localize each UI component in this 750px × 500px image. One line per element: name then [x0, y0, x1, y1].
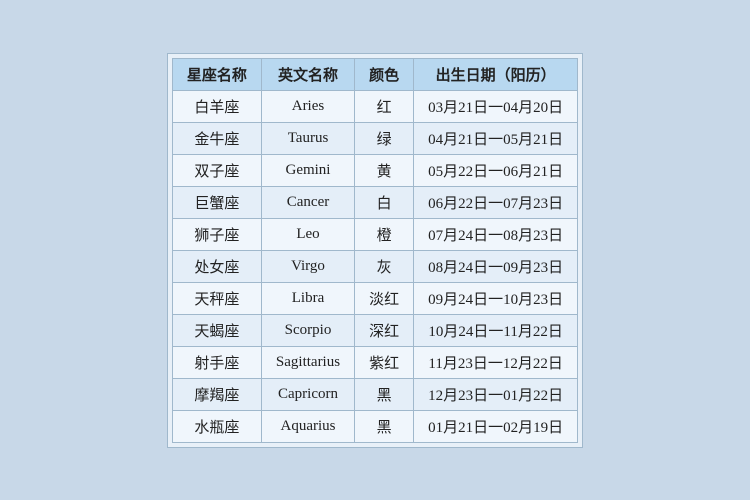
cell-r10-c0: 水瓶座: [172, 410, 261, 442]
table-row: 白羊座Aries红03月21日一04月20日: [172, 90, 577, 122]
cell-r10-c2: 黑: [355, 410, 414, 442]
cell-r10-c1: Aquarius: [261, 410, 354, 442]
cell-r0-c2: 红: [355, 90, 414, 122]
table-row: 水瓶座Aquarius黑01月21日一02月19日: [172, 410, 577, 442]
cell-r8-c2: 紫红: [355, 346, 414, 378]
cell-r0-c1: Aries: [261, 90, 354, 122]
table-row: 狮子座Leo橙07月24日一08月23日: [172, 218, 577, 250]
column-header: 英文名称: [261, 58, 354, 90]
cell-r3-c1: Cancer: [261, 186, 354, 218]
cell-r9-c2: 黑: [355, 378, 414, 410]
column-header: 星座名称: [172, 58, 261, 90]
table-body: 白羊座Aries红03月21日一04月20日金牛座Taurus绿04月21日一0…: [172, 90, 577, 442]
table-row: 处女座Virgo灰08月24日一09月23日: [172, 250, 577, 282]
cell-r4-c2: 橙: [355, 218, 414, 250]
cell-r6-c3: 09月24日一10月23日: [414, 282, 578, 314]
cell-r10-c3: 01月21日一02月19日: [414, 410, 578, 442]
cell-r7-c0: 天蝎座: [172, 314, 261, 346]
cell-r0-c0: 白羊座: [172, 90, 261, 122]
table-row: 射手座Sagittarius紫红11月23日一12月22日: [172, 346, 577, 378]
cell-r5-c1: Virgo: [261, 250, 354, 282]
column-header: 出生日期（阳历）: [414, 58, 578, 90]
table-header-row: 星座名称英文名称颜色出生日期（阳历）: [172, 58, 577, 90]
cell-r3-c3: 06月22日一07月23日: [414, 186, 578, 218]
cell-r1-c0: 金牛座: [172, 122, 261, 154]
cell-r3-c2: 白: [355, 186, 414, 218]
cell-r1-c1: Taurus: [261, 122, 354, 154]
cell-r5-c2: 灰: [355, 250, 414, 282]
cell-r6-c2: 淡红: [355, 282, 414, 314]
cell-r6-c1: Libra: [261, 282, 354, 314]
table-row: 金牛座Taurus绿04月21日一05月21日: [172, 122, 577, 154]
cell-r2-c2: 黄: [355, 154, 414, 186]
table-row: 双子座Gemini黄05月22日一06月21日: [172, 154, 577, 186]
cell-r7-c2: 深红: [355, 314, 414, 346]
cell-r2-c1: Gemini: [261, 154, 354, 186]
cell-r5-c0: 处女座: [172, 250, 261, 282]
cell-r1-c2: 绿: [355, 122, 414, 154]
cell-r8-c1: Sagittarius: [261, 346, 354, 378]
cell-r3-c0: 巨蟹座: [172, 186, 261, 218]
table-row: 天秤座Libra淡红09月24日一10月23日: [172, 282, 577, 314]
cell-r2-c0: 双子座: [172, 154, 261, 186]
cell-r8-c0: 射手座: [172, 346, 261, 378]
cell-r0-c3: 03月21日一04月20日: [414, 90, 578, 122]
cell-r1-c3: 04月21日一05月21日: [414, 122, 578, 154]
cell-r4-c1: Leo: [261, 218, 354, 250]
cell-r2-c3: 05月22日一06月21日: [414, 154, 578, 186]
table-row: 摩羯座Capricorn黑12月23日一01月22日: [172, 378, 577, 410]
cell-r9-c1: Capricorn: [261, 378, 354, 410]
table-row: 天蝎座Scorpio深红10月24日一11月22日: [172, 314, 577, 346]
cell-r4-c3: 07月24日一08月23日: [414, 218, 578, 250]
cell-r9-c0: 摩羯座: [172, 378, 261, 410]
cell-r4-c0: 狮子座: [172, 218, 261, 250]
cell-r9-c3: 12月23日一01月22日: [414, 378, 578, 410]
zodiac-table-wrapper: 星座名称英文名称颜色出生日期（阳历） 白羊座Aries红03月21日一04月20…: [167, 53, 583, 448]
column-header: 颜色: [355, 58, 414, 90]
cell-r5-c3: 08月24日一09月23日: [414, 250, 578, 282]
table-row: 巨蟹座Cancer白06月22日一07月23日: [172, 186, 577, 218]
zodiac-table: 星座名称英文名称颜色出生日期（阳历） 白羊座Aries红03月21日一04月20…: [172, 58, 578, 443]
cell-r7-c1: Scorpio: [261, 314, 354, 346]
cell-r7-c3: 10月24日一11月22日: [414, 314, 578, 346]
cell-r6-c0: 天秤座: [172, 282, 261, 314]
cell-r8-c3: 11月23日一12月22日: [414, 346, 578, 378]
